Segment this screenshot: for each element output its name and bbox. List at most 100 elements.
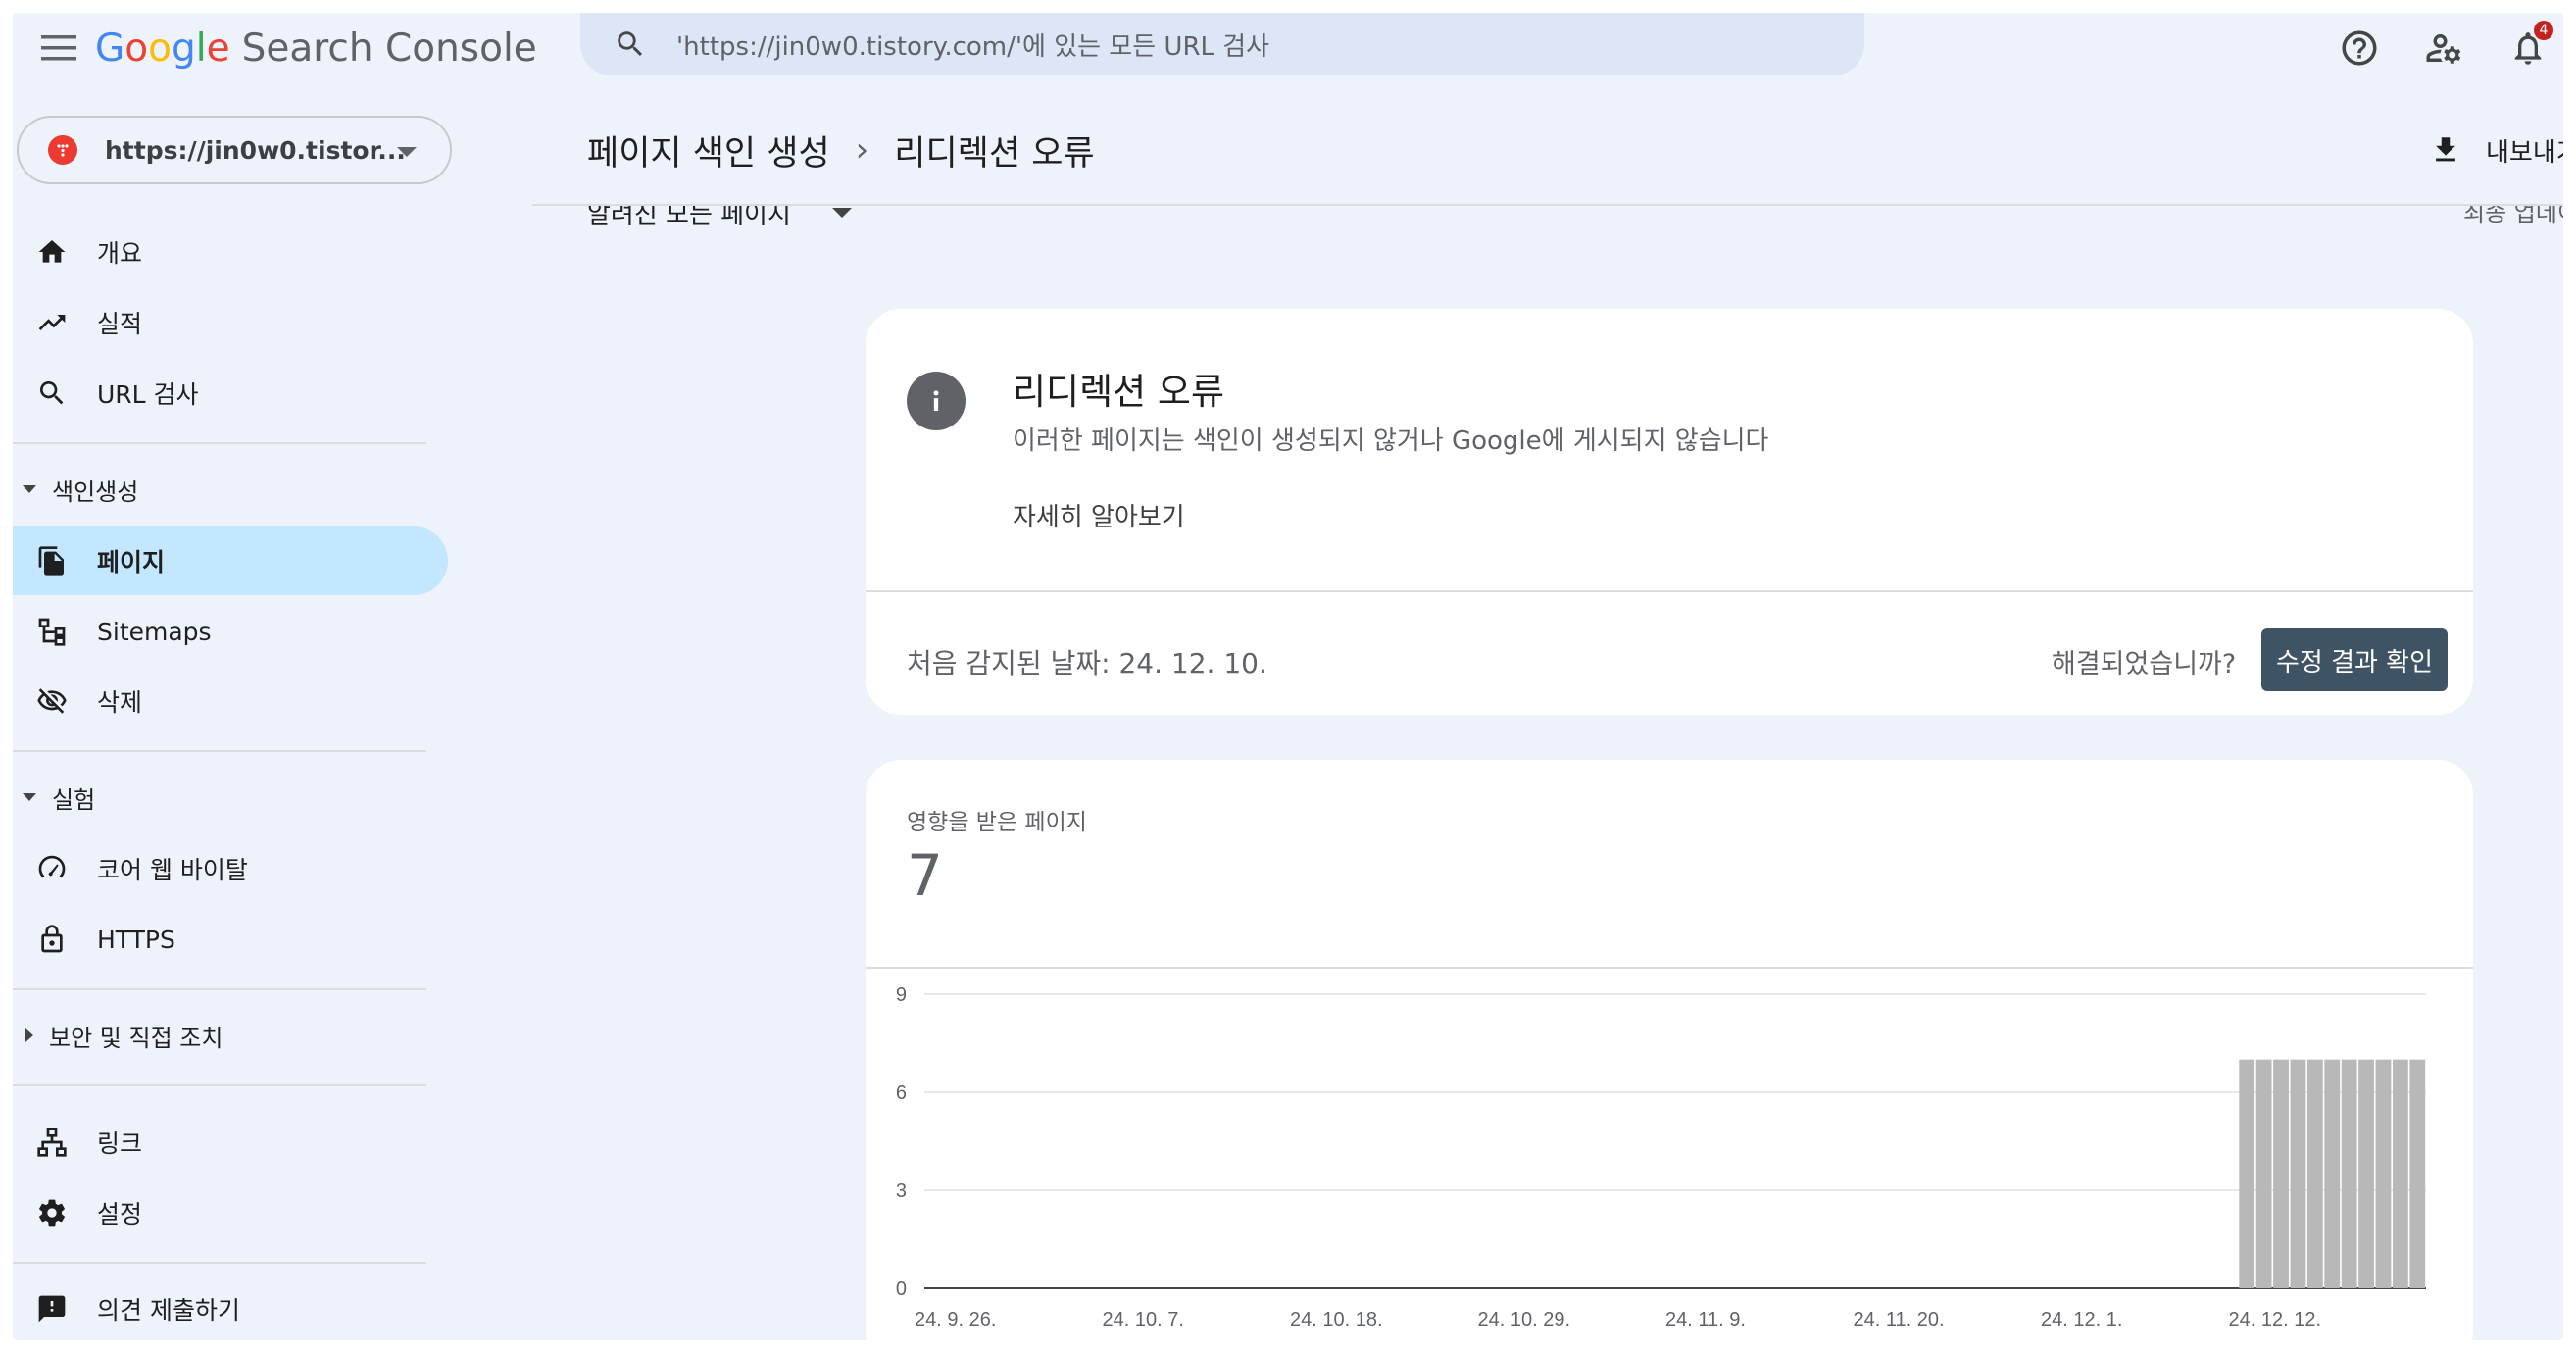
help-button[interactable] [2330,19,2389,77]
affected-pages-count: 7 [907,842,943,909]
chart-bar [2375,1059,2392,1288]
link-tree-icon [34,1125,70,1160]
visibility-off-icon [34,683,70,719]
chart-bar [2324,1059,2341,1288]
last-updated-text: 최종 업데이트 [2463,205,2563,226]
page-filter-label: 알려진 모든 페이지 [587,205,791,229]
sidebar-item-label: 삭제 [97,688,143,717]
page-filter-dropdown[interactable]: 알려진 모든 페이지 [587,205,852,230]
search-placeholder: 'https://jin0w0.tistory.com/'에 있는 모든 URL… [676,31,1270,62]
chevron-down-icon [397,147,417,157]
x-tick-label: 24. 12. 12. [2229,1309,2322,1330]
download-icon [2436,137,2455,162]
sitemap-icon [34,614,70,649]
sidebar-section-label: 색인생성 [52,477,139,506]
breadcrumb: 페이지 색인 생성 › 리디렉션 오류 [587,123,1095,177]
sidebar-item-label: 페이지 [97,548,166,576]
sidebar-divider [13,442,426,444]
x-tick-label: 24. 9. 26. [915,1309,996,1330]
x-tick-label: 24. 11. 20. [1854,1309,1945,1330]
breadcrumb-parent-link[interactable]: 페이지 색인 생성 [587,125,830,175]
sidebar-item-performance[interactable]: 실적 [13,288,448,357]
issue-description: 이러한 페이지는 색인이 생성되지 않거나 Google에 게시되지 않습니다 [1013,426,1769,456]
sidebar-section-indexing[interactable]: 색인생성 [23,465,138,514]
y-tick-label: 0 [896,1278,907,1300]
home-icon [34,234,70,270]
sidebar-divider [13,750,426,752]
sidebar-item-label: 의견 제출하기 [97,1296,240,1325]
chart-bar [2341,1059,2357,1288]
manage-accounts-icon [2426,34,2461,64]
card-divider [866,967,2473,969]
menu-button[interactable] [26,21,91,75]
sidebar-item-label: URL 검사 [97,380,199,409]
chart-bar [2358,1059,2374,1288]
header-divider [532,204,2563,206]
y-tick-label: 3 [896,1180,907,1202]
logo-letter: g [171,25,196,71]
first-detected-date: 처음 감지된 날짜: 24. 12. 10. [907,647,1267,679]
sidebar-item-overview[interactable]: 개요 [13,218,448,286]
resolved-question: 해결되었습니까? [2052,649,2237,679]
chart-bar [2392,1059,2408,1288]
notifications-button[interactable]: 4 [2499,19,2557,77]
sidebar-divider [13,1084,426,1086]
sidebar-item-core-web-vitals[interactable]: 코어 웹 바이탈 [13,834,448,903]
logo-letter: G [95,25,125,71]
card-divider [866,590,2473,592]
x-tick-label: 24. 12. 1. [2041,1309,2122,1330]
export-button[interactable]: 내보내기 [2429,126,2563,174]
notification-count-badge: 4 [2534,21,2553,40]
logo-letter: e [206,25,230,71]
menu-icon [41,35,76,61]
sidebar-item-label: 코어 웹 바이탈 [97,856,248,884]
gear-icon [34,1195,70,1230]
sidebar-item-url-inspection[interactable]: URL 검사 [13,359,448,427]
sidebar-item-links[interactable]: 링크 [13,1108,448,1177]
url-inspection-search[interactable]: 'https://jin0w0.tistory.com/'에 있는 모든 URL… [580,13,1864,75]
sidebar-item-settings[interactable]: 설정 [13,1178,448,1247]
chart-bar [2409,1059,2426,1288]
info-icon [907,372,966,430]
y-tick-label: 6 [896,1082,907,1104]
manage-users-button[interactable] [2414,19,2473,77]
search-icon [34,376,70,411]
chart-bar [2290,1059,2306,1288]
breadcrumb-current: 리디렉션 오류 [894,133,1095,174]
logo-letter: l [195,25,207,71]
sidebar-section-label: 보안 및 직접 조치 [49,1024,223,1052]
logo-product-name: Search Console [241,25,537,71]
feedback-icon [34,1291,70,1327]
sidebar-item-removals[interactable]: 삭제 [13,667,448,735]
chevron-right-icon: › [855,130,869,170]
sidebar-item-pages[interactable]: 페이지 [13,526,448,595]
search-icon [618,31,643,57]
sidebar-item-sitemaps[interactable]: Sitemaps [13,597,448,666]
sidebar-item-feedback[interactable]: 의견 제출하기 [13,1275,448,1340]
tistory-logo-icon [57,144,69,157]
sidebar-section-label: 실험 [52,785,96,814]
sidebar-section-experience[interactable]: 실험 [23,773,95,822]
learn-more-link[interactable]: 자세히 알아보기 [1013,497,1185,533]
issue-title: 리디렉션 오류 [1013,371,1225,413]
sidebar-item-label: 개요 [97,239,143,268]
validate-fix-button[interactable]: 수정 결과 확인 [2261,628,2448,691]
expand-arrow-icon [25,1028,33,1042]
sidebar-item-https[interactable]: HTTPS [13,905,448,974]
collapse-arrow-icon [23,793,36,801]
property-selector[interactable]: https://jin0w0.tistor... [17,116,452,184]
affected-pages-label: 영향을 받은 페이지 [907,810,1087,835]
sidebar-item-label: HTTPS [97,925,175,954]
x-tick-label: 24. 10. 18. [1290,1309,1383,1330]
issue-summary-card: 리디렉션 오류 이러한 페이지는 색인이 생성되지 않거나 Google에 게시… [866,309,2473,715]
app-logo[interactable]: Go o g l e Search Console [95,17,537,79]
sidebar-item-label: 링크 [97,1129,143,1158]
sidebar-divider [13,1262,426,1264]
property-url: https://jin0w0.tistor... [105,135,406,165]
x-tick-label: 24. 11. 9. [1665,1309,1746,1330]
x-tick-label: 24. 10. 7. [1103,1309,1184,1330]
sidebar-section-security[interactable]: 보안 및 직접 조치 [23,1011,223,1060]
speed-gauge-icon [34,851,70,886]
sidebar-divider [13,988,426,990]
last-updated-label: 최종 업데이트 [2463,205,2563,230]
